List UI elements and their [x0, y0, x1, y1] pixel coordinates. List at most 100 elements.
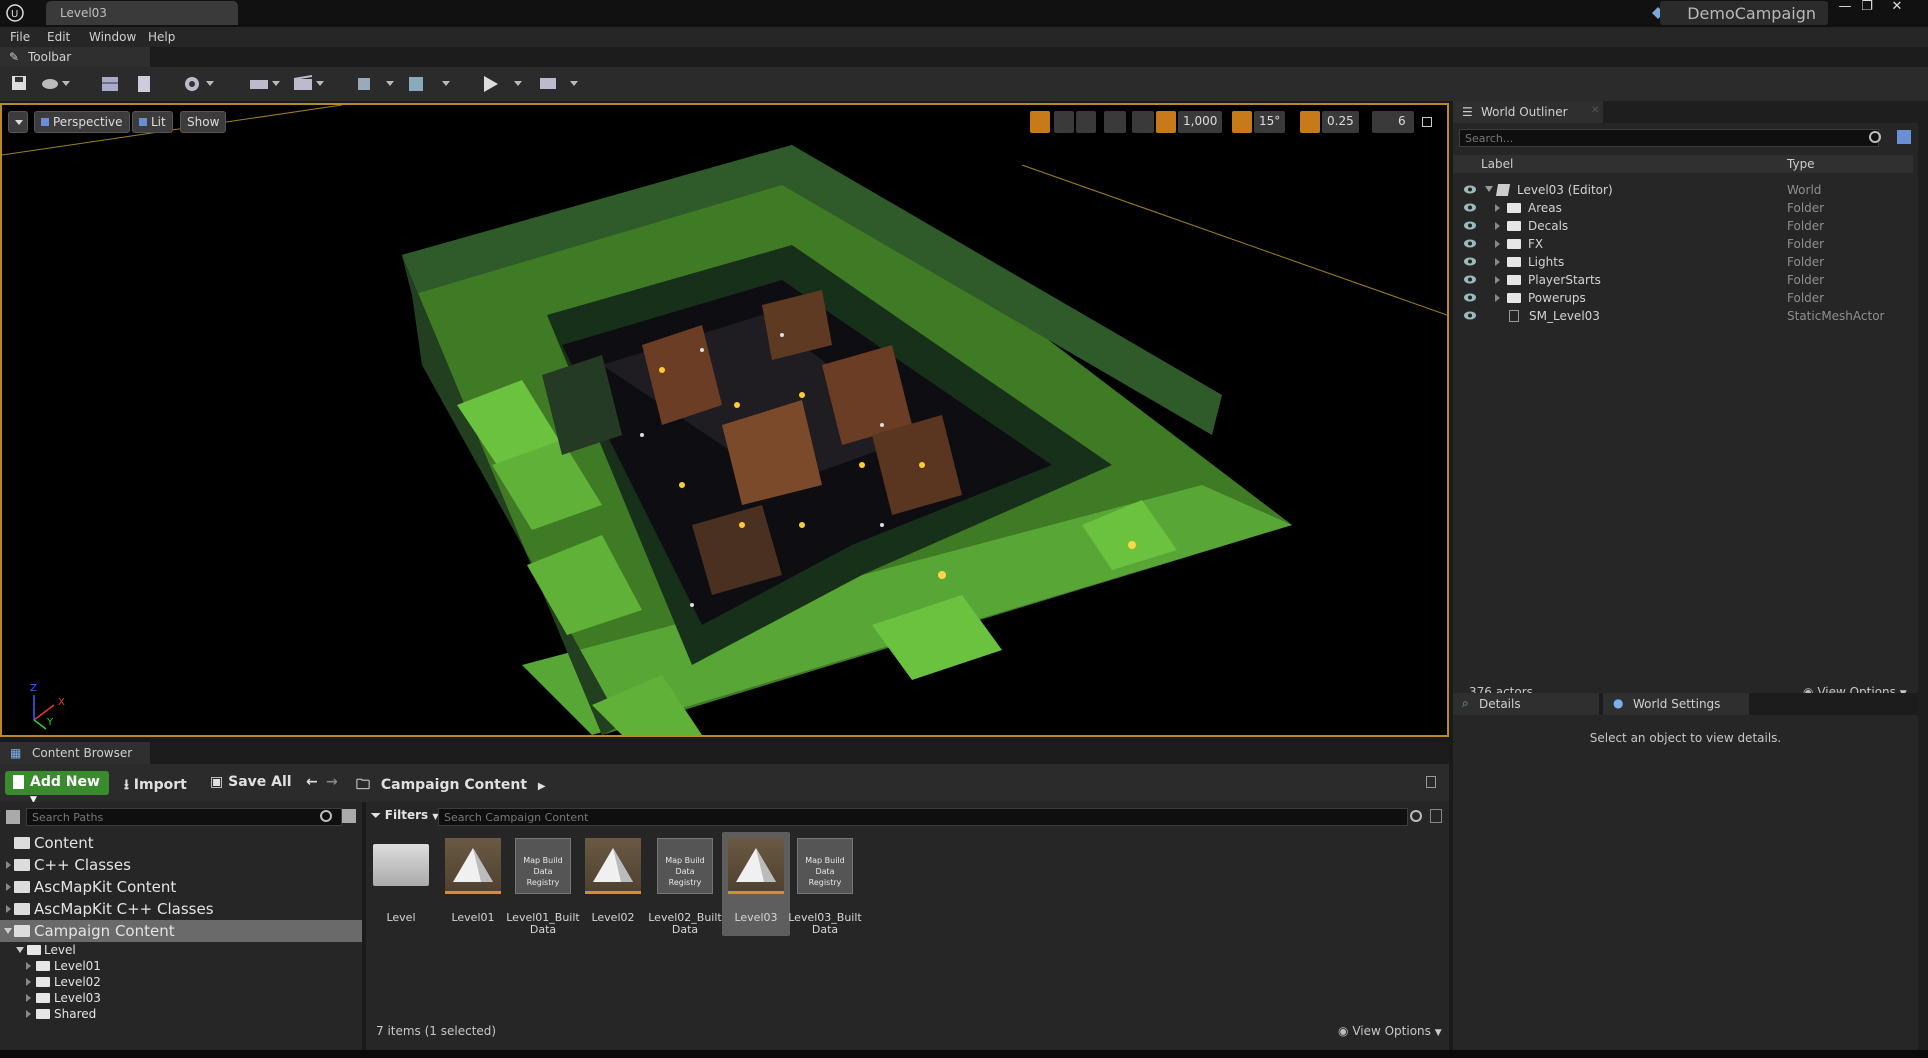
outliner-row-actor[interactable]: SM_Level03 StaticMeshActor [1453, 307, 1913, 325]
path-view-options-icon[interactable] [342, 809, 356, 823]
tree-item-ascmapkit-cpp-classes[interactable]: AscMapKit C++ Classes [0, 898, 362, 920]
tab-details[interactable]: ⌕ Details [1453, 693, 1599, 715]
back-arrow-icon[interactable]: ← [306, 774, 318, 790]
surface-snap-icon[interactable] [1132, 111, 1154, 133]
chevron-down-icon[interactable] [316, 81, 324, 86]
expander-icon[interactable] [26, 1010, 31, 1018]
menu-window[interactable]: Window [89, 30, 136, 44]
visibility-eye-icon[interactable] [1463, 275, 1477, 284]
expander-icon[interactable] [1495, 204, 1500, 212]
rotation-snap-icon[interactable] [1232, 111, 1252, 133]
chevron-down-icon[interactable] [206, 81, 214, 86]
asset-tile-build-data[interactable]: Map Build Data Registry Level01_Built Da… [506, 836, 580, 936]
asset-tile-level[interactable]: Level02 [582, 836, 644, 936]
chevron-down-icon[interactable] [386, 81, 394, 86]
unreal-logo-icon[interactable]: U [6, 4, 24, 22]
add-new-button[interactable]: Add New ▼ [5, 771, 109, 805]
path-search-input[interactable]: Search Paths [26, 808, 342, 826]
expander-icon[interactable] [26, 962, 31, 970]
compile-icon[interactable] [406, 74, 426, 94]
save-search-icon[interactable] [1430, 809, 1442, 823]
content-view-options-button[interactable]: ◉ View Options ▼ [1338, 1024, 1442, 1038]
minimize-button[interactable]: — [1834, 0, 1856, 15]
expander-icon[interactable] [26, 978, 31, 986]
tree-item-ascmapkit-content[interactable]: AscMapKit Content [0, 876, 362, 898]
asset-tile-level[interactable]: Level01 [442, 836, 504, 936]
visibility-eye-icon[interactable] [1463, 185, 1477, 194]
outliner-row-folder[interactable]: Powerups Folder [1453, 289, 1913, 307]
visibility-eye-icon[interactable] [1463, 239, 1477, 248]
asset-tile-folder[interactable]: Level [370, 836, 432, 936]
chevron-down-icon[interactable] [272, 81, 280, 86]
expander-icon[interactable] [1495, 240, 1500, 248]
outliner-row-folder[interactable]: PlayerStarts Folder [1453, 271, 1913, 289]
expander-open-icon[interactable] [4, 928, 12, 934]
translate-tool-icon[interactable] [1030, 111, 1050, 133]
asset-tile-build-data[interactable]: Map Build Data Registry Level03_Built Da… [788, 836, 862, 936]
asset-tile-build-data[interactable]: Map Build Data Registry Level02_Built Da… [648, 836, 722, 936]
tree-item-level03[interactable]: Level03 [0, 990, 362, 1006]
launch-icon[interactable] [538, 74, 558, 94]
scale-tool-icon[interactable] [1076, 111, 1096, 133]
tab-toolbar[interactable]: ✎ Toolbar [0, 47, 150, 67]
tree-item-content[interactable]: Content [0, 832, 362, 854]
settings-icon[interactable] [182, 74, 202, 94]
camera-speed-value[interactable]: 6 [1372, 111, 1414, 133]
expander-icon[interactable] [6, 861, 11, 869]
add-filter-icon[interactable] [1897, 130, 1911, 144]
document-tab[interactable]: Level03 [46, 1, 238, 25]
menu-help[interactable]: Help [148, 30, 175, 44]
close-window-button[interactable]: ✕ [1886, 0, 1908, 15]
expander-open-icon[interactable] [16, 947, 24, 953]
tree-item-level01[interactable]: Level01 [0, 958, 362, 974]
source-control-button[interactable] [40, 74, 60, 94]
outliner-search-input[interactable]: Search... [1459, 129, 1879, 147]
scale-snap-value[interactable]: 0.25 [1322, 111, 1359, 133]
visibility-eye-icon[interactable] [1463, 311, 1477, 320]
expander-icon[interactable] [6, 905, 11, 913]
expander-icon[interactable] [1495, 276, 1500, 284]
expander-icon[interactable] [26, 994, 31, 1002]
outliner-row-folder[interactable]: FX Folder [1453, 235, 1913, 253]
tab-world-settings[interactable]: ● World Settings [1603, 693, 1749, 715]
visibility-eye-icon[interactable] [1463, 203, 1477, 212]
expander-icon[interactable] [1495, 294, 1500, 302]
tab-content-browser[interactable]: ▦ Content Browser [0, 742, 150, 764]
scale-snap-icon[interactable] [1300, 111, 1320, 133]
chevron-right-icon[interactable]: ▶ [538, 781, 546, 792]
tree-item-shared[interactable]: Shared [0, 1006, 362, 1022]
marketplace-icon[interactable] [134, 74, 154, 94]
outliner-row-world[interactable]: Level03 (Editor) World [1453, 181, 1913, 199]
visibility-eye-icon[interactable] [1463, 293, 1477, 302]
import-button[interactable]: ⭳ Import [124, 774, 187, 798]
outliner-row-folder[interactable]: Areas Folder [1453, 199, 1913, 217]
chevron-down-icon[interactable] [442, 81, 450, 86]
lit-button[interactable]: Lit [132, 111, 173, 133]
rotate-tool-icon[interactable] [1054, 111, 1074, 133]
grid-snap-icon[interactable] [1156, 111, 1176, 133]
maximize-button[interactable]: ❐ [1856, 0, 1878, 15]
content-icon[interactable] [100, 74, 120, 94]
world-space-icon[interactable] [1104, 111, 1126, 133]
column-type-header[interactable]: Type [1787, 157, 1815, 171]
cinematics-icon[interactable] [292, 74, 313, 94]
play-icon[interactable] [480, 74, 500, 94]
column-label-header[interactable]: Label [1481, 157, 1513, 171]
chevron-down-icon[interactable] [62, 81, 70, 86]
show-button[interactable]: Show [180, 111, 227, 133]
viewport-options-button[interactable] [8, 111, 28, 133]
perspective-button[interactable]: Perspective [34, 111, 130, 133]
build-icon[interactable] [354, 74, 374, 94]
chevron-down-icon[interactable] [570, 81, 578, 86]
lock-icon[interactable] [1426, 776, 1436, 788]
close-tab-icon[interactable]: ✕ [1591, 105, 1599, 116]
chevron-down-icon[interactable] [514, 81, 522, 86]
expander-icon[interactable] [1495, 258, 1500, 266]
tree-item-level02[interactable]: Level02 [0, 974, 362, 990]
filters-button[interactable]: ⏷ Filters ▼ [371, 808, 439, 823]
rotation-snap-value[interactable]: 15° [1254, 111, 1286, 133]
tab-world-outliner[interactable]: ☰ World Outliner ✕ [1453, 101, 1603, 123]
tree-item-level[interactable]: Level [0, 942, 362, 958]
sources-toggle-icon[interactable] [6, 810, 20, 824]
visibility-eye-icon[interactable] [1463, 257, 1477, 266]
